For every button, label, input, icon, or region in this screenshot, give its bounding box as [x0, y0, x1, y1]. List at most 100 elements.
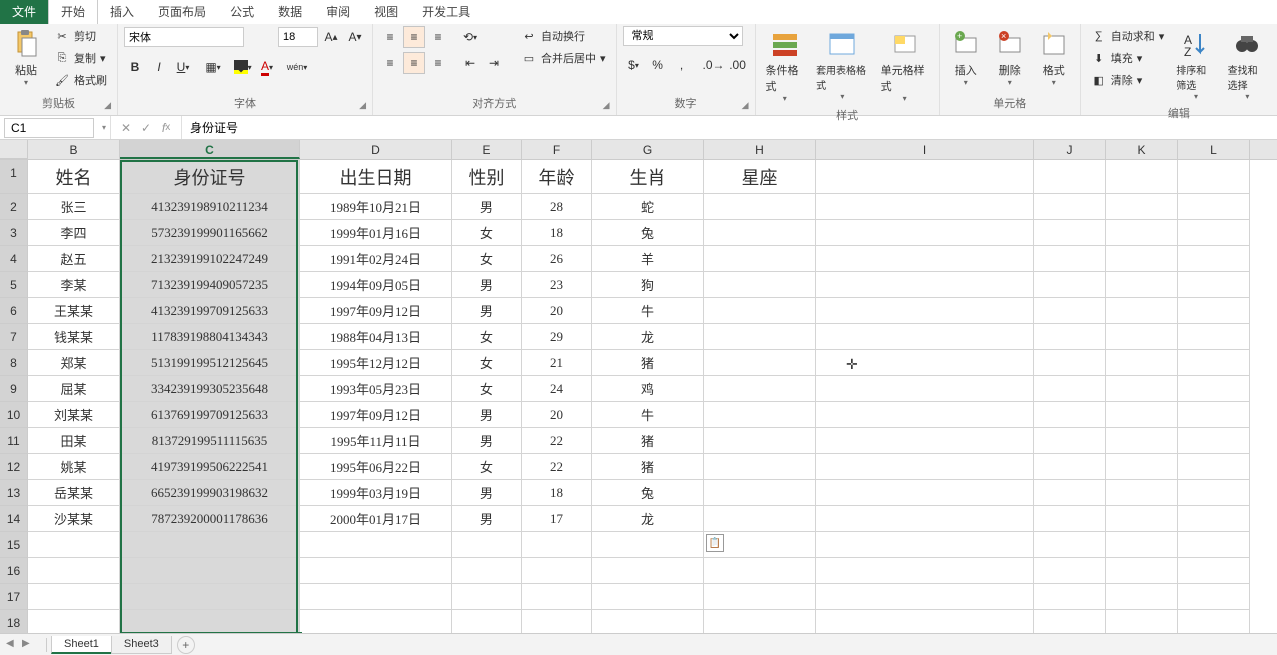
- cell[interactable]: 狗: [592, 272, 704, 298]
- font-size-select[interactable]: [278, 27, 318, 47]
- cell[interactable]: [1178, 480, 1250, 506]
- row-header[interactable]: 7: [0, 324, 28, 350]
- cell[interactable]: [1034, 532, 1106, 558]
- cell[interactable]: [704, 480, 816, 506]
- cell[interactable]: [522, 584, 592, 610]
- cell[interactable]: 男: [452, 428, 522, 454]
- cell[interactable]: [816, 220, 1034, 246]
- cell[interactable]: [704, 272, 816, 298]
- cell[interactable]: [28, 584, 120, 610]
- cell[interactable]: 猪: [592, 428, 704, 454]
- number-format-select[interactable]: 常规: [623, 26, 743, 46]
- cell[interactable]: 117839198804134343: [120, 324, 300, 350]
- cell[interactable]: [1034, 350, 1106, 376]
- col-header-D[interactable]: D: [300, 140, 452, 159]
- cell[interactable]: [1106, 160, 1178, 194]
- cell[interactable]: [1106, 194, 1178, 220]
- cell[interactable]: [1106, 220, 1178, 246]
- cell[interactable]: 郑某: [28, 350, 120, 376]
- cell[interactable]: [816, 584, 1034, 610]
- cell[interactable]: 刘某某: [28, 402, 120, 428]
- row-header[interactable]: 8: [0, 350, 28, 376]
- comma-button[interactable]: ,: [671, 54, 693, 76]
- cell[interactable]: 18: [522, 220, 592, 246]
- row-header[interactable]: 10: [0, 402, 28, 428]
- cell[interactable]: [1178, 428, 1250, 454]
- cell[interactable]: 女: [452, 324, 522, 350]
- cell[interactable]: 李某: [28, 272, 120, 298]
- cell[interactable]: [452, 584, 522, 610]
- decrease-font-button[interactable]: A▾: [344, 26, 366, 48]
- cell[interactable]: [704, 402, 816, 428]
- cell[interactable]: [816, 480, 1034, 506]
- cell[interactable]: 1989年10月21日: [300, 194, 452, 220]
- cell[interactable]: 鸡: [592, 376, 704, 402]
- cell[interactable]: 女: [452, 220, 522, 246]
- cell[interactable]: 年龄: [522, 160, 592, 194]
- cell[interactable]: [1034, 402, 1106, 428]
- row-header[interactable]: 5: [0, 272, 28, 298]
- launcher-icon[interactable]: ◢: [104, 100, 111, 111]
- fill-color-button[interactable]: ◆▾: [232, 56, 254, 78]
- cell[interactable]: [452, 558, 522, 584]
- delete-cells-button[interactable]: × 删除▾: [990, 26, 1030, 89]
- cell[interactable]: 813729199511115635: [120, 428, 300, 454]
- cell[interactable]: 屈某: [28, 376, 120, 402]
- wrap-text-button[interactable]: ↩自动换行: [517, 26, 610, 46]
- cell[interactable]: [1178, 246, 1250, 272]
- cell[interactable]: 田某: [28, 428, 120, 454]
- row-header[interactable]: 6: [0, 298, 28, 324]
- conditional-format-button[interactable]: 条件格式▾: [762, 26, 809, 105]
- row-header[interactable]: 15: [0, 532, 28, 558]
- increase-decimal-button[interactable]: .0→: [703, 54, 725, 76]
- cell[interactable]: [1034, 324, 1106, 350]
- cell[interactable]: [1034, 584, 1106, 610]
- cell[interactable]: 1997年09月12日: [300, 298, 452, 324]
- cell[interactable]: [300, 532, 452, 558]
- align-middle-button[interactable]: ≡: [403, 26, 425, 48]
- cell[interactable]: 787239200001178636: [120, 506, 300, 532]
- sheet-nav-prev[interactable]: ◀: [6, 638, 20, 652]
- cell[interactable]: 613769199709125633: [120, 402, 300, 428]
- tab-file[interactable]: 文件: [0, 0, 48, 24]
- cell[interactable]: 女: [452, 454, 522, 480]
- cell[interactable]: 1995年12月12日: [300, 350, 452, 376]
- align-center-button[interactable]: ≡: [403, 52, 425, 74]
- insert-cells-button[interactable]: + 插入▾: [946, 26, 986, 89]
- cell[interactable]: [1034, 298, 1106, 324]
- cell[interactable]: 213239199102247249: [120, 246, 300, 272]
- cell[interactable]: [1178, 194, 1250, 220]
- cell[interactable]: [704, 246, 816, 272]
- clear-button[interactable]: ◧清除▾: [1087, 70, 1169, 90]
- cell[interactable]: [704, 376, 816, 402]
- cell[interactable]: [704, 194, 816, 220]
- cell[interactable]: [1178, 506, 1250, 532]
- cell[interactable]: 1997年09月12日: [300, 402, 452, 428]
- fill-button[interactable]: ⬇填充▾: [1087, 48, 1169, 68]
- cell[interactable]: [1106, 350, 1178, 376]
- col-header-L[interactable]: L: [1178, 140, 1250, 159]
- cell[interactable]: 王某某: [28, 298, 120, 324]
- cell[interactable]: [1178, 558, 1250, 584]
- cell[interactable]: 2000年01月17日: [300, 506, 452, 532]
- accept-formula-button[interactable]: ✓: [137, 119, 155, 137]
- tab-data[interactable]: 数据: [266, 0, 314, 24]
- cell[interactable]: 1999年03月19日: [300, 480, 452, 506]
- orientation-button[interactable]: ⟲▾: [459, 26, 481, 48]
- table-format-button[interactable]: 套用表格格式▾: [812, 26, 873, 103]
- cell[interactable]: [1106, 298, 1178, 324]
- cell[interactable]: 李四: [28, 220, 120, 246]
- decrease-indent-button[interactable]: ⇤: [459, 52, 481, 74]
- col-header-E[interactable]: E: [452, 140, 522, 159]
- cell[interactable]: [1034, 506, 1106, 532]
- cell[interactable]: [1178, 402, 1250, 428]
- col-header-C[interactable]: C: [120, 140, 300, 159]
- cell[interactable]: 573239199901165662: [120, 220, 300, 246]
- paste-options-button[interactable]: 📋: [706, 534, 724, 552]
- cell[interactable]: [1178, 220, 1250, 246]
- format-cells-button[interactable]: 格式▾: [1034, 26, 1074, 89]
- cell[interactable]: 沙某某: [28, 506, 120, 532]
- cell[interactable]: 男: [452, 298, 522, 324]
- cell[interactable]: [1178, 298, 1250, 324]
- cell[interactable]: 29: [522, 324, 592, 350]
